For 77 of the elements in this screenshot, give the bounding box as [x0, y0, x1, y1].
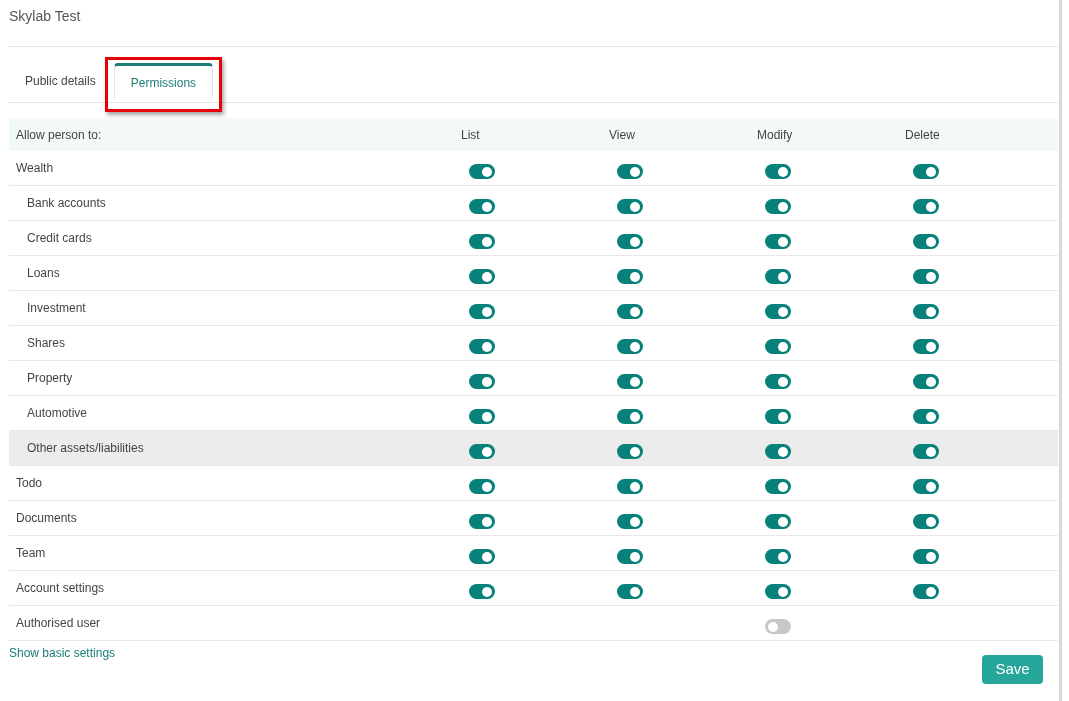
column-header: List: [460, 126, 480, 144]
toggle-switch[interactable]: [913, 269, 939, 284]
toggle-switch[interactable]: [617, 409, 643, 424]
toggle-switch[interactable]: [469, 339, 495, 354]
toggle-switch[interactable]: [765, 549, 791, 564]
row-label: Other assets/liabilities: [27, 440, 144, 456]
column-header: View: [608, 126, 635, 144]
toggle-switch[interactable]: [617, 304, 643, 319]
row-label: Account settings: [16, 580, 105, 596]
table-row[interactable]: Other assets/liabilities: [9, 431, 1058, 466]
toggle-switch[interactable]: [617, 339, 643, 354]
toggle-switch[interactable]: [765, 234, 791, 249]
row-label: Property: [27, 370, 73, 386]
column-header: Modify: [756, 126, 793, 144]
toggle-switch[interactable]: [469, 269, 495, 284]
column-header: Allow person to:: [15, 126, 102, 144]
toggle-switch[interactable]: [617, 479, 643, 494]
row-label: Shares: [27, 335, 66, 351]
toggle-switch[interactable]: [469, 164, 495, 179]
toggle-switch[interactable]: [913, 374, 939, 389]
toggle-switch[interactable]: [469, 584, 495, 599]
row-label: Bank accounts: [27, 195, 106, 211]
toggle-switch[interactable]: [913, 304, 939, 319]
tab[interactable]: Permissions: [113, 63, 214, 99]
toggle-switch[interactable]: [469, 409, 495, 424]
toggle-switch[interactable]: [765, 444, 791, 459]
toggle-switch[interactable]: [617, 269, 643, 284]
row-label: Team: [16, 545, 46, 561]
toggle-switch[interactable]: [913, 199, 939, 214]
toggle-switch[interactable]: [913, 479, 939, 494]
toggle-switch[interactable]: [913, 339, 939, 354]
row-label: Authorised user: [16, 615, 101, 631]
toggle-switch[interactable]: [469, 234, 495, 249]
toggle-switch[interactable]: [913, 444, 939, 459]
row-label: Documents: [16, 510, 77, 526]
row-label: Credit cards: [27, 230, 92, 246]
toggle-switch[interactable]: [765, 304, 791, 319]
toggle-switch[interactable]: [765, 514, 791, 529]
toggle-switch[interactable]: [765, 199, 791, 214]
toggle-switch[interactable]: [913, 409, 939, 424]
column-header: Delete: [904, 126, 940, 144]
toggle-switch[interactable]: [765, 164, 791, 179]
toggle-switch[interactable]: [765, 584, 791, 599]
toggle-switch[interactable]: [765, 409, 791, 424]
show-basic-settings-link[interactable]: Show basic settings: [9, 644, 116, 662]
toggle-switch[interactable]: [617, 514, 643, 529]
toggle-switch[interactable]: [765, 619, 791, 634]
toggle-switch[interactable]: [913, 164, 939, 179]
tab[interactable]: Public details: [16, 66, 105, 102]
toggle-switch[interactable]: [469, 549, 495, 564]
toggle-switch[interactable]: [469, 199, 495, 214]
toggle-switch[interactable]: [469, 374, 495, 389]
page-title: Skylab Test: [9, 7, 81, 26]
row-label: Automotive: [27, 405, 88, 421]
toggle-switch[interactable]: [913, 549, 939, 564]
toggle-switch[interactable]: [469, 304, 495, 319]
row-label: Todo: [16, 475, 43, 491]
toggle-switch[interactable]: [765, 269, 791, 284]
toggle-switch[interactable]: [617, 374, 643, 389]
toggle-switch[interactable]: [469, 514, 495, 529]
toggle-switch[interactable]: [913, 514, 939, 529]
row-label: Investment: [27, 300, 86, 316]
toggle-switch[interactable]: [469, 479, 495, 494]
row-label: Loans: [27, 265, 60, 281]
row-label: Wealth: [16, 160, 54, 176]
toggle-switch[interactable]: [617, 199, 643, 214]
toggle-switch[interactable]: [913, 584, 939, 599]
toggle-switch[interactable]: [617, 234, 643, 249]
toggle-switch[interactable]: [765, 479, 791, 494]
toggle-switch[interactable]: [617, 584, 643, 599]
toggle-switch[interactable]: [617, 164, 643, 179]
toggle-switch[interactable]: [469, 444, 495, 459]
toggle-switch[interactable]: [617, 549, 643, 564]
toggle-switch[interactable]: [617, 444, 643, 459]
toggle-switch[interactable]: [765, 374, 791, 389]
toggle-switch[interactable]: [765, 339, 791, 354]
toggle-switch[interactable]: [913, 234, 939, 249]
